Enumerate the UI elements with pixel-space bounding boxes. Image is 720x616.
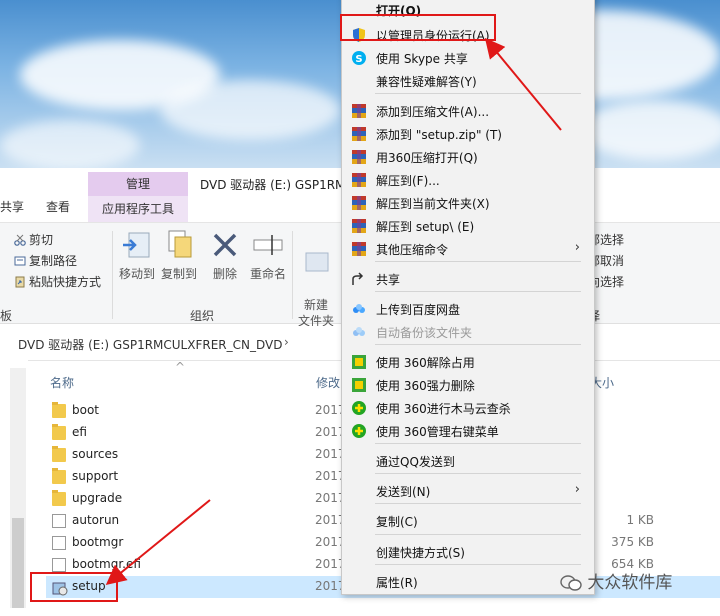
watermark-text: 大众软件库: [587, 573, 673, 593]
annotation-arrows: [105, 37, 562, 586]
watermark: 大众软件库: [560, 568, 672, 593]
wechat-icon: [560, 574, 582, 592]
